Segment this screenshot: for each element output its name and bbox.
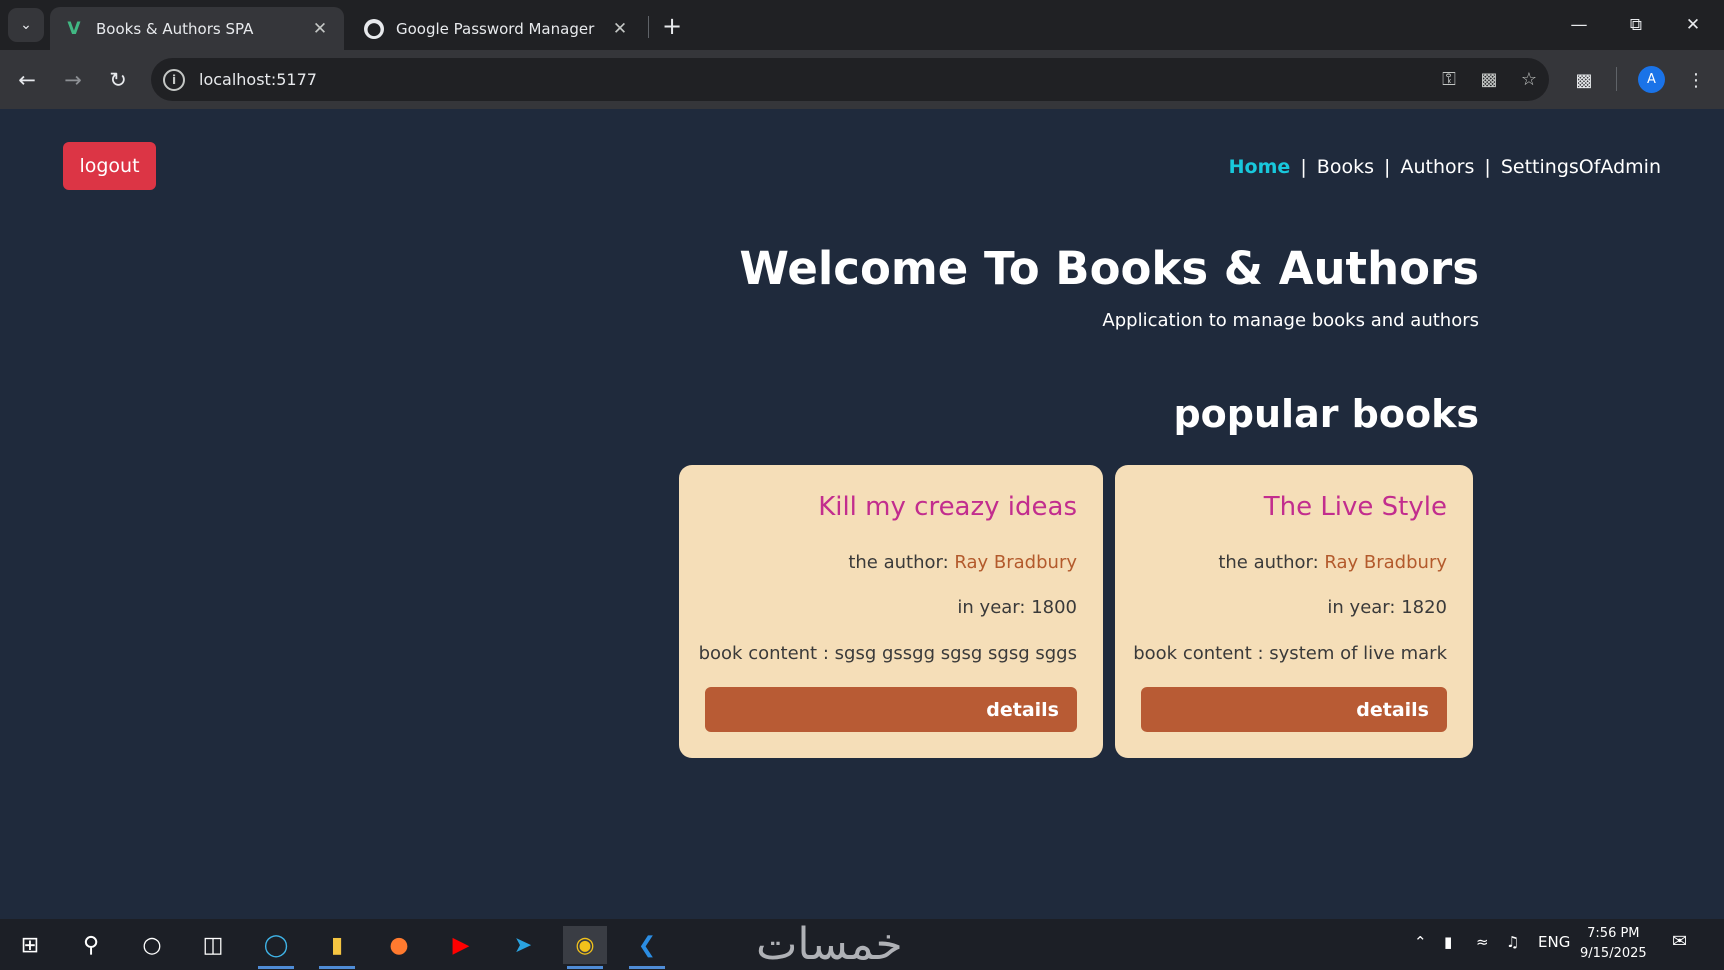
edge-icon[interactable]: ◯: [254, 926, 298, 969]
firefox-icon[interactable]: ●: [377, 926, 421, 964]
book-year-line: in year: 1800: [957, 597, 1077, 618]
task-view-icon[interactable]: ◫: [191, 926, 235, 964]
book-year-line: in year: 1820: [1327, 597, 1447, 618]
new-tab-button[interactable]: +: [656, 10, 688, 42]
tab-books-authors[interactable]: V Books & Authors SPA ✕: [50, 7, 344, 50]
nav-separator: |: [1300, 156, 1307, 178]
browser-toolbar: ← → ↻ i localhost:5177 ⚿ ▩ ☆ ▩ ⋮: [0, 50, 1724, 109]
wifi-icon[interactable]: ≈: [1476, 933, 1489, 951]
close-icon[interactable]: ✕: [310, 19, 330, 39]
nav-separator: |: [1384, 156, 1391, 178]
volume-icon[interactable]: ♫: [1506, 933, 1519, 951]
system-clock[interactable]: 7:56 PM 9/15/2025: [1580, 924, 1647, 964]
book-content-line: book content : sgsg gssgg sgsg sgsg sggs: [699, 643, 1077, 664]
back-arrow-icon[interactable]: ←: [10, 63, 44, 97]
nav-settings-link[interactable]: SettingsOfAdmin: [1501, 156, 1661, 178]
key-icon[interactable]: ⚿: [1429, 60, 1469, 100]
book-title: The Live Style: [1263, 492, 1447, 522]
page-title: Welcome To Books & Authors: [739, 242, 1479, 295]
url-text[interactable]: localhost:5177: [199, 70, 1429, 89]
nav-separator: |: [1484, 156, 1491, 178]
tab-separator: [648, 16, 649, 38]
content-value: sgsg gssgg sgsg sgsg sggs: [834, 643, 1077, 664]
details-button[interactable]: details: [705, 687, 1077, 732]
cortana-icon[interactable]: ○: [130, 926, 174, 964]
notifications-icon[interactable]: ✉: [1672, 931, 1698, 955]
search-icon[interactable]: ⚲: [69, 926, 113, 964]
author-name: Ray Bradbury: [1324, 552, 1447, 573]
file-explorer-icon[interactable]: ▮: [315, 926, 359, 969]
toolbar-divider: [1616, 67, 1617, 91]
chrome-icon[interactable]: ◉: [563, 926, 607, 969]
book-content-line: book content : system of live mark: [1133, 643, 1447, 664]
details-button[interactable]: details: [1141, 687, 1447, 732]
author-name: Ray Bradbury: [954, 552, 1077, 573]
year-label: in year:: [957, 597, 1026, 618]
tab-title: Google Password Manager: [396, 19, 595, 38]
book-title: Kill my creazy ideas: [818, 492, 1077, 522]
clock-date: 9/15/2025: [1580, 946, 1647, 961]
tab-search-chevron-icon[interactable]: ⌄: [8, 8, 44, 42]
nav-authors-link[interactable]: Authors: [1400, 156, 1474, 178]
extensions-icon[interactable]: ▩: [1567, 63, 1601, 97]
tab-password-manager[interactable]: ● Google Password Manager ✕: [350, 7, 644, 50]
book-card: The Live Style the author: Ray Bradbury …: [1115, 465, 1473, 758]
nav-home-link[interactable]: Home: [1229, 156, 1291, 178]
nav-books-link[interactable]: Books: [1317, 156, 1374, 178]
clock-time: 7:56 PM: [1587, 926, 1640, 941]
restore-icon[interactable]: ⧉: [1613, 8, 1659, 42]
content-label: book content :: [1133, 643, 1264, 664]
telegram-icon[interactable]: ➤: [501, 926, 545, 964]
book-author-line: the author: Ray Bradbury: [848, 552, 1077, 573]
battery-icon[interactable]: ▮: [1444, 933, 1452, 951]
vue-icon: V: [67, 18, 81, 39]
vscode-icon[interactable]: ❮: [625, 926, 669, 969]
windows-start-icon[interactable]: ⊞: [8, 926, 52, 964]
logout-button[interactable]: logout: [63, 142, 156, 190]
password-manager-icon: ●: [364, 18, 384, 39]
content-label: book content :: [698, 643, 829, 664]
main-nav: Home | Books | Authors | SettingsOfAdmin: [1229, 156, 1661, 178]
year-label: in year:: [1327, 597, 1396, 618]
page-subtitle: Application to manage books and authors: [1102, 310, 1479, 331]
profile-avatar[interactable]: A: [1638, 66, 1665, 93]
year-value: 1820: [1401, 597, 1447, 618]
site-info-icon[interactable]: i: [163, 68, 185, 91]
author-label: the author:: [1218, 552, 1319, 573]
forward-arrow-icon[interactable]: →: [56, 63, 90, 97]
tab-title: Books & Authors SPA: [96, 19, 254, 38]
window-close-icon[interactable]: ✕: [1670, 8, 1716, 42]
book-card: Kill my creazy ideas the author: Ray Bra…: [679, 465, 1103, 758]
browser-tabstrip: ⌄ V Books & Authors SPA ✕ ● Google Passw…: [0, 0, 1724, 50]
author-label: the author:: [848, 552, 949, 573]
os-taskbar: ⊞ ⚲ ○ ◫ ◯ ▮ ● ▶ ➤ ◉ ❮ خمسات ⌃ ▮ ≈ ♫ ENG …: [0, 919, 1724, 970]
bookmark-star-icon[interactable]: ☆: [1509, 60, 1549, 100]
close-icon[interactable]: ✕: [610, 19, 630, 39]
reload-icon[interactable]: ↻: [101, 63, 135, 97]
watermark-logo: خمسات: [756, 919, 903, 970]
language-indicator[interactable]: ENG: [1538, 933, 1570, 951]
translate-icon[interactable]: ▩: [1469, 60, 1509, 100]
minimize-icon[interactable]: —: [1556, 8, 1602, 42]
youtube-icon[interactable]: ▶: [439, 926, 483, 964]
content-value: system of live mark: [1269, 643, 1447, 664]
address-bar[interactable]: i localhost:5177 ⚿ ▩ ☆: [151, 58, 1549, 101]
popular-books-heading: popular books: [1173, 392, 1479, 436]
more-menu-icon[interactable]: ⋮: [1679, 63, 1713, 97]
book-author-line: the author: Ray Bradbury: [1218, 552, 1447, 573]
app-page: logout Home | Books | Authors | Settings…: [0, 109, 1724, 919]
chevron-up-icon[interactable]: ⌃: [1414, 933, 1427, 951]
year-value: 1800: [1031, 597, 1077, 618]
